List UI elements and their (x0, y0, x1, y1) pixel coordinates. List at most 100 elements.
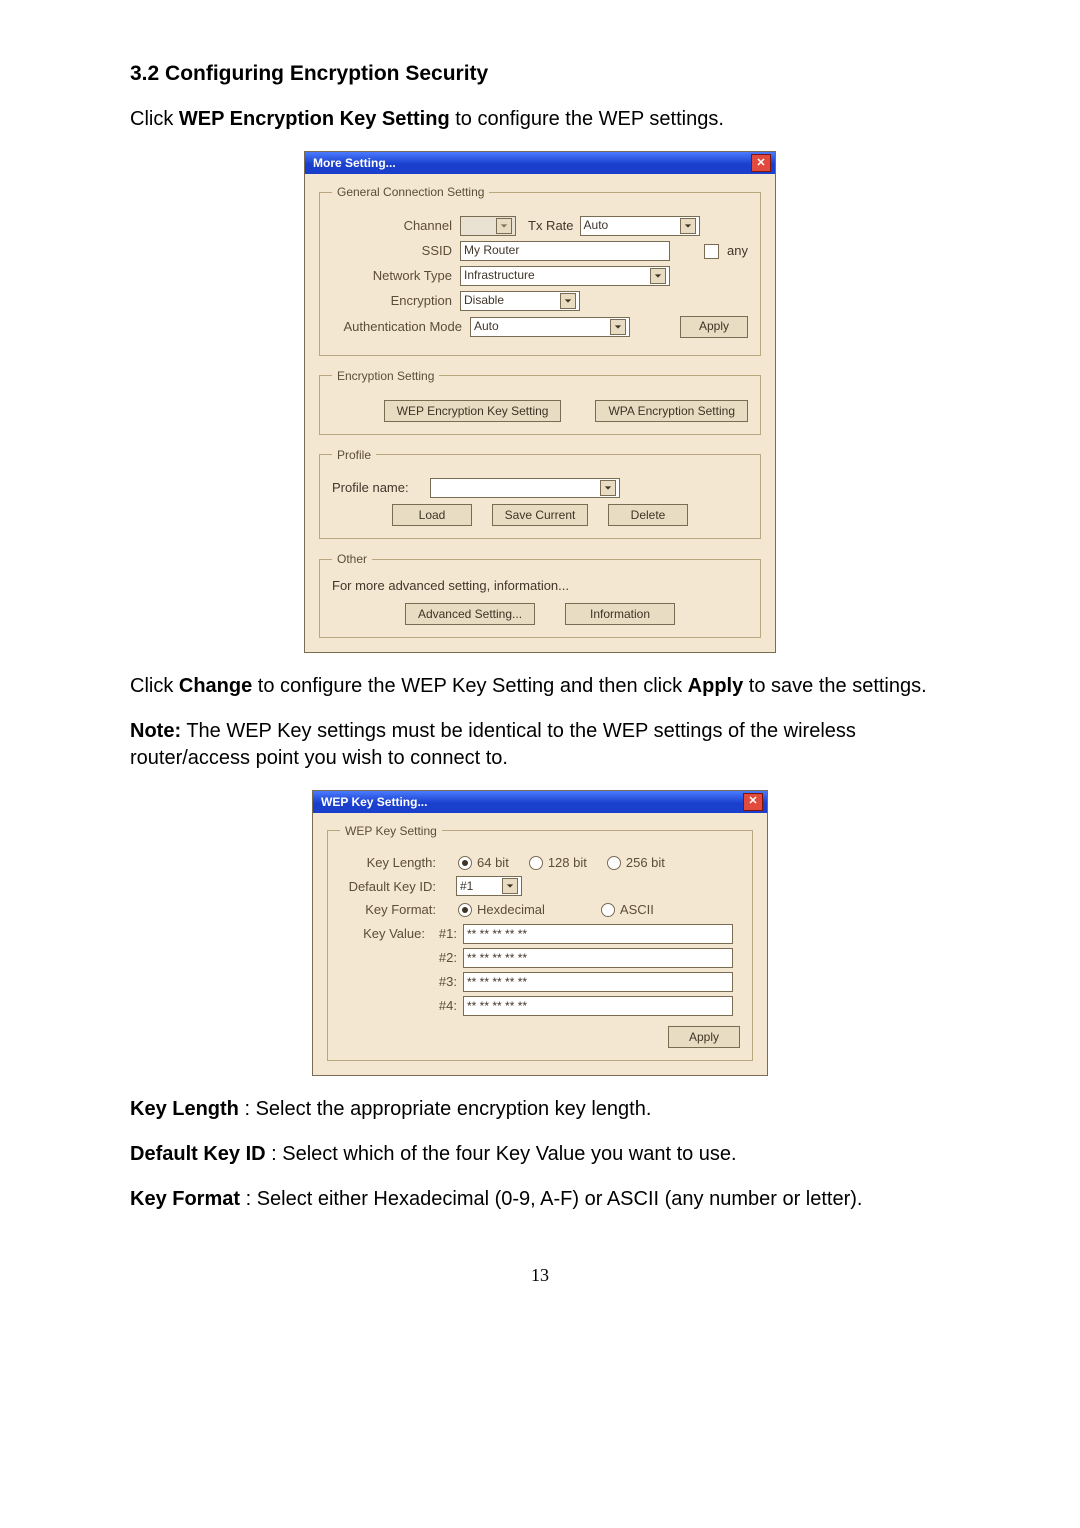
key-format-hex-radio[interactable] (458, 903, 472, 917)
wpa-encryption-setting-button[interactable]: WPA Encryption Setting (595, 400, 748, 422)
chevron-down-icon (560, 293, 576, 309)
key-value-4-index: #4: (431, 997, 457, 1015)
default-key-id-label: Default Key ID: (340, 878, 436, 896)
key-value-4-input[interactable]: ** ** ** ** ** (463, 996, 733, 1016)
wep-encryption-key-setting-button[interactable]: WEP Encryption Key Setting (384, 400, 562, 422)
save-current-button[interactable]: Save Current (492, 504, 588, 526)
page-number: 13 (130, 1263, 950, 1287)
key-format-label: Key Format: (340, 901, 436, 919)
key-format-hex-label: Hexdecimal (477, 901, 545, 919)
key-format-ascii-label: ASCII (620, 901, 654, 919)
titlebar[interactable]: More Setting... ✕ (305, 152, 775, 174)
wep-key-setting-dialog: WEP Key Setting... ✕ WEP Key Setting Key… (312, 790, 768, 1076)
profile-name-label: Profile name: (332, 479, 418, 497)
dk-a: Default Key ID (130, 1143, 266, 1165)
gcs-legend: General Connection Setting (332, 184, 489, 200)
advanced-setting-button[interactable]: Advanced Setting... (405, 603, 535, 625)
apply-button[interactable]: Apply (668, 1026, 740, 1048)
encryption-select[interactable]: Disable (460, 291, 580, 311)
key-format-desc: Key Format : Select either Hexadecimal (… (130, 1186, 950, 1213)
profile-group: Profile Profile name: Load Save Current … (319, 447, 761, 539)
key-length-128-radio[interactable] (529, 856, 543, 870)
dk-b: : Select which of the four Key Value you… (271, 1143, 736, 1165)
p2-text-d: Apply (688, 675, 744, 697)
p2-text-a: Click (130, 675, 179, 697)
key-length-256-radio[interactable] (607, 856, 621, 870)
p1-text-b: WEP Encryption Key Setting (179, 108, 450, 130)
channel-select[interactable] (460, 216, 516, 236)
key-value-3: ** ** ** ** ** (467, 974, 527, 990)
default-key-id-select[interactable]: #1 (456, 876, 522, 896)
network-type-select[interactable]: Infrastructure (460, 266, 670, 286)
other-text: For more advanced setting, information..… (332, 577, 748, 595)
p1-text-c: to configure the WEP settings. (455, 108, 724, 130)
chevron-down-icon (502, 878, 518, 894)
p2-text-b: Change (179, 675, 252, 697)
auth-mode-label: Authentication Mode (332, 318, 462, 336)
tx-rate-label: Tx Rate (528, 217, 574, 235)
key-value-1-input[interactable]: ** ** ** ** ** (463, 924, 733, 944)
key-format-ascii-radio[interactable] (601, 903, 615, 917)
key-value-2: ** ** ** ** ** (467, 950, 527, 966)
delete-button[interactable]: Delete (608, 504, 688, 526)
section-heading: 3.2 Configuring Encryption Security (130, 60, 950, 88)
key-length-64-radio[interactable] (458, 856, 472, 870)
paragraph-2: Click Change to configure the WEP Key Se… (130, 673, 950, 700)
p1-text-a: Click (130, 108, 179, 130)
close-icon: ✕ (756, 158, 765, 169)
kl-b: : Select the appropriate encryption key … (244, 1098, 651, 1120)
key-length-128-label: 128 bit (548, 854, 587, 872)
dialog-title: WEP Key Setting... (321, 794, 427, 810)
ssid-label: SSID (332, 242, 452, 260)
key-value-3-input[interactable]: ** ** ** ** ** (463, 972, 733, 992)
kf-a: Key Format (130, 1188, 240, 1210)
p3-text-a: Note: (130, 720, 181, 742)
encset-legend: Encryption Setting (332, 368, 439, 384)
tx-rate-select[interactable]: Auto (580, 216, 700, 236)
any-label: any (727, 243, 748, 258)
key-length-label: Key Length: (340, 854, 436, 872)
apply-button[interactable]: Apply (680, 316, 748, 338)
profile-legend: Profile (332, 447, 376, 463)
close-button[interactable]: ✕ (751, 154, 771, 172)
information-button[interactable]: Information (565, 603, 675, 625)
load-button[interactable]: Load (392, 504, 472, 526)
key-value-4: ** ** ** ** ** (467, 998, 527, 1014)
auth-mode-select[interactable]: Auto (470, 317, 630, 337)
key-value-1: ** ** ** ** ** (467, 926, 527, 942)
chevron-down-icon (600, 480, 616, 496)
ssid-input[interactable]: My Router (460, 241, 670, 261)
encryption-value: Disable (464, 292, 504, 308)
titlebar[interactable]: WEP Key Setting... ✕ (313, 791, 767, 813)
network-type-value: Infrastructure (464, 267, 535, 283)
default-key-id-value: #1 (460, 878, 473, 894)
auth-mode-value: Auto (474, 318, 499, 334)
key-value-2-input[interactable]: ** ** ** ** ** (463, 948, 733, 968)
p2-text-e: to save the settings. (749, 675, 927, 697)
key-value-2-index: #2: (431, 949, 457, 967)
kl-a: Key Length (130, 1098, 239, 1120)
p2-text-c: to configure the WEP Key Setting and the… (258, 675, 688, 697)
p3-text-b: The WEP Key settings must be identical t… (130, 720, 856, 769)
key-value-1-index: #1: (431, 925, 457, 943)
key-length-64-label: 64 bit (477, 854, 509, 872)
chevron-down-icon (610, 319, 626, 335)
paragraph-3: Note: The WEP Key settings must be ident… (130, 718, 950, 772)
wep-key-setting-group: WEP Key Setting Key Length: 64 bit 128 b… (327, 823, 753, 1061)
chevron-down-icon (650, 268, 666, 284)
close-button[interactable]: ✕ (743, 793, 763, 811)
key-length-256-label: 256 bit (626, 854, 665, 872)
encryption-setting-group: Encryption Setting WEP Encryption Key Se… (319, 368, 761, 435)
other-group: Other For more advanced setting, informa… (319, 551, 761, 638)
more-setting-dialog: More Setting... ✕ General Connection Set… (304, 151, 776, 652)
kf-b: : Select either Hexadecimal (0-9, A-F) o… (246, 1188, 863, 1210)
profile-name-select[interactable] (430, 478, 620, 498)
key-length-desc: Key Length : Select the appropriate encr… (130, 1096, 950, 1123)
tx-rate-value: Auto (584, 217, 609, 233)
general-connection-setting-group: General Connection Setting Channel Tx Ra… (319, 184, 761, 355)
key-value-3-index: #3: (431, 973, 457, 991)
close-icon: ✕ (748, 796, 757, 807)
other-legend: Other (332, 551, 372, 567)
any-checkbox[interactable] (704, 244, 719, 259)
any-checkbox-wrap[interactable]: any (704, 242, 748, 260)
